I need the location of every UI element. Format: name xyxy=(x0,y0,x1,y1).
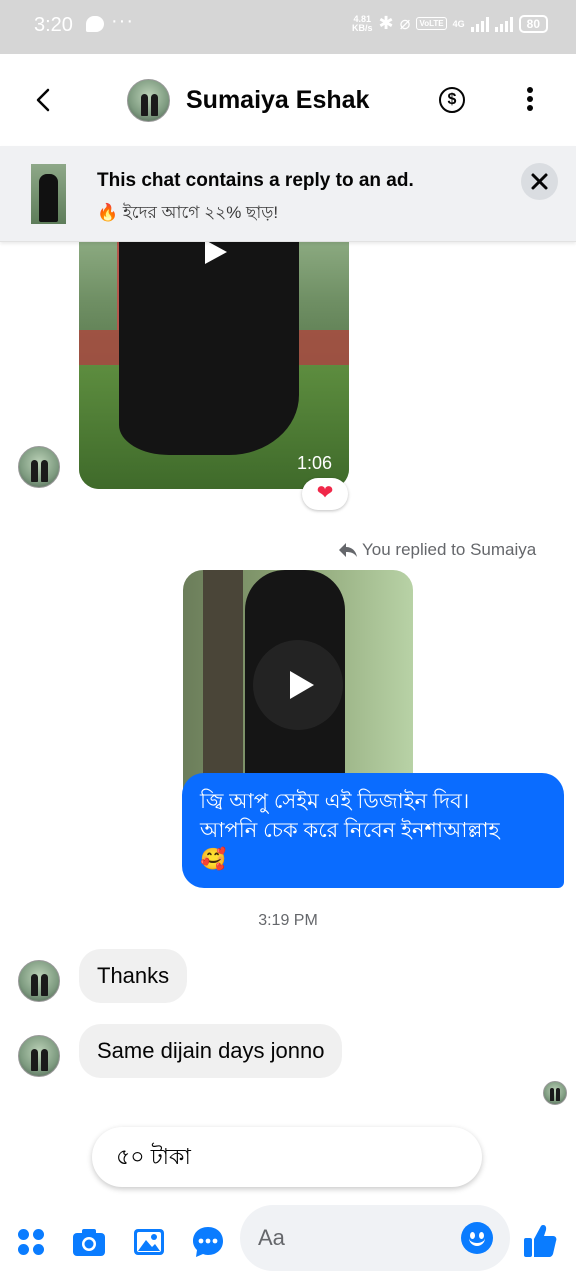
ad-reply-banner[interactable]: This chat contains a reply to an ad. 🔥 ই… xyxy=(0,146,576,242)
volte-badge: VoLTE xyxy=(416,17,447,30)
avatar[interactable] xyxy=(18,960,60,1002)
more-notifications-icon: ··· xyxy=(111,10,134,32)
ad-thumbnail xyxy=(31,164,66,224)
chat-header: Sumaiya Eshak $ xyxy=(0,54,576,146)
dollar-icon[interactable]: $ xyxy=(439,87,465,113)
camera-icon[interactable] xyxy=(72,1225,106,1259)
network-type: 4G xyxy=(452,18,465,29)
play-icon[interactable] xyxy=(253,640,343,730)
like-icon[interactable] xyxy=(522,1222,558,1260)
vibrate-icon: ⌀ xyxy=(399,13,411,33)
play-icon[interactable] xyxy=(205,240,227,264)
video-duration: 1:06 xyxy=(297,453,333,473)
message-timestamp: 3:19 PM xyxy=(258,912,318,929)
chat-notification-icon xyxy=(86,16,104,32)
quick-reply-suggestion[interactable]: ৫০ টাকা xyxy=(92,1127,482,1187)
incoming-message[interactable]: Thanks xyxy=(79,949,188,1003)
back-arrow-icon[interactable] xyxy=(28,84,58,116)
emoji-icon[interactable] xyxy=(461,1222,493,1254)
network-speed: 4.81 KB/s xyxy=(352,13,373,33)
bluetooth-icon: ✱ xyxy=(378,13,394,33)
image-icon[interactable] xyxy=(132,1225,166,1259)
outgoing-emoji: 🥰 xyxy=(200,848,227,871)
outgoing-text-line2: আপনি চেক করে নিবেন ইনশাআল্লাহ xyxy=(200,819,500,842)
ad-banner-title: This chat contains a reply to an ad. xyxy=(97,170,414,191)
status-indicators: 4.81 KB/s ✱ ⌀ VoLTE 4G 80 xyxy=(352,13,548,34)
outgoing-text-line1: জ্বি আপু সেইম এই ডিজাইন দিব। xyxy=(200,790,470,813)
replied-label: You replied to Sumaiya xyxy=(338,540,536,560)
replied-text: You replied to Sumaiya xyxy=(362,540,537,559)
status-bar: 3:20 ··· 4.81 KB/s ✱ ⌀ VoLTE 4G 80 xyxy=(0,0,576,54)
close-icon[interactable] xyxy=(521,163,558,200)
heart-icon[interactable]: ❤ xyxy=(302,478,348,510)
outgoing-message[interactable]: জ্বি আপু সেইম এই ডিজাইন দিব। আপনি চেক কর… xyxy=(182,773,564,888)
reply-icon xyxy=(339,543,357,557)
contact-avatar[interactable] xyxy=(127,79,170,122)
battery-icon: 80 xyxy=(518,14,548,33)
signal-icon xyxy=(470,16,489,32)
apps-icon[interactable] xyxy=(16,1225,50,1259)
seen-avatar xyxy=(543,1081,567,1105)
status-time: 3:20 xyxy=(34,14,73,36)
chat-bubble-icon[interactable] xyxy=(191,1225,225,1259)
message-input[interactable]: Aa xyxy=(240,1205,510,1271)
avatar[interactable] xyxy=(18,1035,60,1077)
signal-icon-2 xyxy=(494,16,513,32)
message-input-placeholder: Aa xyxy=(258,1225,285,1250)
more-vertical-icon[interactable] xyxy=(522,87,538,115)
avatar[interactable] xyxy=(18,446,60,488)
ad-banner-subtitle: 🔥 ইদের আগে ২২% ছাড়! xyxy=(97,203,279,222)
incoming-message[interactable]: Same dijain days jonno xyxy=(79,1024,343,1078)
contact-name[interactable]: Sumaiya Eshak xyxy=(186,86,369,115)
